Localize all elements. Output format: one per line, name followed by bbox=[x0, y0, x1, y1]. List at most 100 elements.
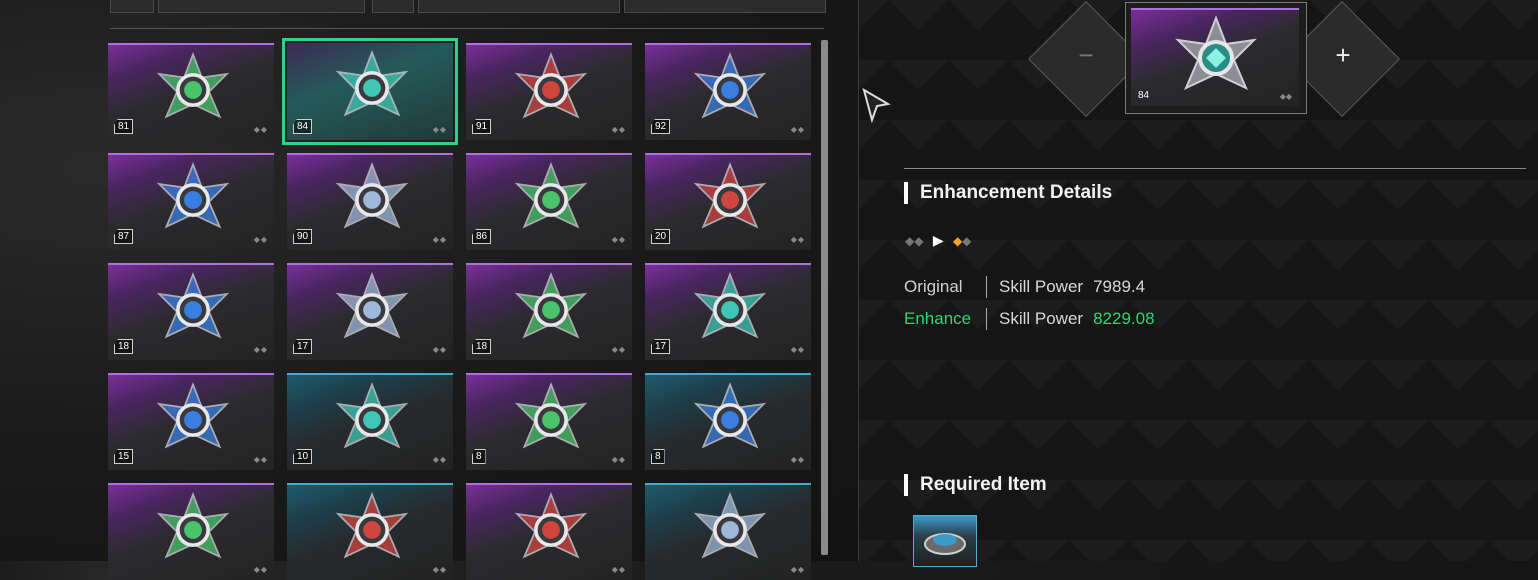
module-tier-pips: ◆◆ bbox=[611, 125, 626, 134]
module-icon bbox=[335, 271, 409, 339]
module-slot[interactable]: 17 ◆◆ bbox=[287, 263, 453, 360]
module-slot[interactable]: 86 ◆◆ bbox=[466, 153, 632, 250]
stat-name: Skill Power bbox=[999, 277, 1084, 296]
module-level: 10 bbox=[293, 449, 313, 464]
required-item-title: Required Item bbox=[904, 474, 1047, 496]
module-icon bbox=[514, 271, 588, 339]
separator bbox=[986, 308, 987, 330]
module-level: 84 bbox=[293, 119, 313, 134]
module-slot[interactable]: 15 ◆◆ bbox=[108, 373, 274, 470]
filter-dropdown-1[interactable] bbox=[418, 0, 620, 13]
module-tier-pips: ◆◆ bbox=[611, 455, 626, 464]
module-icon bbox=[156, 161, 230, 229]
module-level: 18 bbox=[472, 339, 492, 354]
play-arrow-icon: ▶ bbox=[932, 232, 944, 248]
enhancement-stage-indicator: ◆◆ ▶ ◆◆ bbox=[905, 232, 971, 249]
module-icon bbox=[1175, 15, 1257, 91]
module-slot[interactable]: 84 ◆◆ bbox=[282, 38, 458, 145]
module-tier-pips: ◆◆ bbox=[253, 455, 268, 464]
module-slot[interactable]: ◆◆ bbox=[645, 483, 811, 580]
module-icon bbox=[693, 161, 767, 229]
module-slot[interactable]: 92 ◆◆ bbox=[645, 43, 811, 140]
module-icon bbox=[693, 271, 767, 339]
stage-gold-diamond-icon: ◆ bbox=[952, 234, 963, 248]
stat-name: Skill Power bbox=[999, 309, 1084, 328]
module-icon bbox=[693, 381, 767, 449]
module-tier-pips: ◆◆ bbox=[253, 565, 268, 574]
stage-grey-diamond-icon: ◆ bbox=[962, 234, 972, 248]
module-level: 87 bbox=[114, 229, 134, 244]
module-tier-pips: ◆◆ bbox=[253, 345, 268, 354]
module-slot[interactable]: ◆◆ bbox=[466, 483, 632, 580]
module-icon bbox=[514, 51, 588, 119]
module-slot[interactable]: 10 ◆◆ bbox=[287, 373, 453, 470]
module-level: 81 bbox=[114, 119, 134, 134]
module-tier-pips: ◆◆ bbox=[1279, 92, 1292, 101]
module-slot[interactable]: 17 ◆◆ bbox=[645, 263, 811, 360]
section-divider bbox=[904, 168, 1526, 169]
module-tier-pips: ◆◆ bbox=[432, 455, 447, 464]
separator bbox=[986, 276, 987, 298]
required-item-slot[interactable] bbox=[913, 515, 977, 567]
module-level: 91 bbox=[472, 119, 492, 134]
module-icon bbox=[335, 49, 409, 117]
module-icon bbox=[514, 161, 588, 229]
plus-icon: + bbox=[1335, 40, 1351, 70]
scrollbar-thumb[interactable] bbox=[821, 40, 828, 555]
module-level: 90 bbox=[293, 229, 313, 244]
divider bbox=[110, 28, 824, 29]
enhance-stat-row: Enhance Skill Power 8229.08 bbox=[904, 308, 1155, 330]
filter-dropdown-2[interactable] bbox=[624, 0, 826, 13]
module-level: 8 bbox=[472, 449, 486, 464]
module-icon bbox=[335, 161, 409, 229]
mouse-cursor-icon bbox=[862, 88, 891, 124]
module-level: 15 bbox=[114, 449, 134, 464]
module-inventory-panel: 81 ◆◆ 84 ◆◆ 91 ◆◆ 92 ◆◆ 87 ◆◆ 90 ◆◆ 86 ◆◆ 20 ◆◆ 18 ◆◆ 17 ◆◆… bbox=[0, 0, 858, 580]
module-icon bbox=[693, 51, 767, 119]
module-slot[interactable]: 87 ◆◆ bbox=[108, 153, 274, 250]
module-slot[interactable]: ◆◆ bbox=[287, 483, 453, 580]
module-icon bbox=[156, 381, 230, 449]
module-icon bbox=[156, 51, 230, 119]
required-item-icon bbox=[924, 533, 966, 555]
original-value: 7989.4 bbox=[1093, 277, 1146, 296]
sort-dropdown[interactable] bbox=[158, 0, 365, 13]
module-tier-pips: ◆◆ bbox=[790, 455, 805, 464]
selected-module-card[interactable]: 84 ◆◆ bbox=[1125, 2, 1307, 114]
module-icon bbox=[514, 381, 588, 449]
module-tier-pips: ◆◆ bbox=[611, 345, 626, 354]
module-icon bbox=[156, 491, 230, 559]
minus-icon: − bbox=[1078, 40, 1094, 70]
module-slot[interactable]: 91 ◆◆ bbox=[466, 43, 632, 140]
original-label: Original bbox=[904, 277, 963, 296]
module-icon bbox=[335, 381, 409, 449]
original-stat-row: Original Skill Power 7989.4 bbox=[904, 276, 1145, 298]
module-tier-pips: ◆◆ bbox=[432, 235, 447, 244]
module-tier-pips: ◆◆ bbox=[790, 565, 805, 574]
module-tier-pips: ◆◆ bbox=[611, 565, 626, 574]
module-slot[interactable]: 18 ◆◆ bbox=[466, 263, 632, 360]
module-tier-pips: ◆◆ bbox=[790, 345, 805, 354]
module-tier-pips: ◆◆ bbox=[432, 345, 447, 354]
stage-before-icon: ◆◆ bbox=[905, 234, 924, 248]
module-tier-pips: ◆◆ bbox=[253, 125, 268, 134]
module-slot[interactable]: ◆◆ bbox=[108, 483, 274, 580]
module-icon bbox=[514, 491, 588, 559]
module-level: 86 bbox=[472, 229, 492, 244]
module-tier-pips: ◆◆ bbox=[611, 235, 626, 244]
module-slot[interactable]: 8 ◆◆ bbox=[466, 373, 632, 470]
module-slot[interactable]: 20 ◆◆ bbox=[645, 153, 811, 250]
module-tier-pips: ◆◆ bbox=[790, 235, 805, 244]
module-tier-pips: ◆◆ bbox=[432, 125, 447, 134]
module-level: 84 bbox=[1138, 90, 1150, 101]
module-grid: 81 ◆◆ 84 ◆◆ 91 ◆◆ 92 ◆◆ 87 ◆◆ 90 ◆◆ 86 ◆◆ 20 ◆◆ 18 ◆◆ 17 ◆◆… bbox=[108, 38, 818, 580]
filter-toggle-button[interactable] bbox=[110, 0, 154, 13]
module-level: 92 bbox=[651, 119, 671, 134]
filter-icon-button[interactable] bbox=[372, 0, 414, 13]
selected-module-background bbox=[1131, 8, 1299, 106]
module-slot[interactable]: 90 ◆◆ bbox=[287, 153, 453, 250]
module-slot[interactable]: 18 ◆◆ bbox=[108, 263, 274, 360]
module-slot[interactable]: 81 ◆◆ bbox=[108, 43, 274, 140]
module-slot[interactable]: 8 ◆◆ bbox=[645, 373, 811, 470]
module-level: 17 bbox=[651, 339, 671, 354]
